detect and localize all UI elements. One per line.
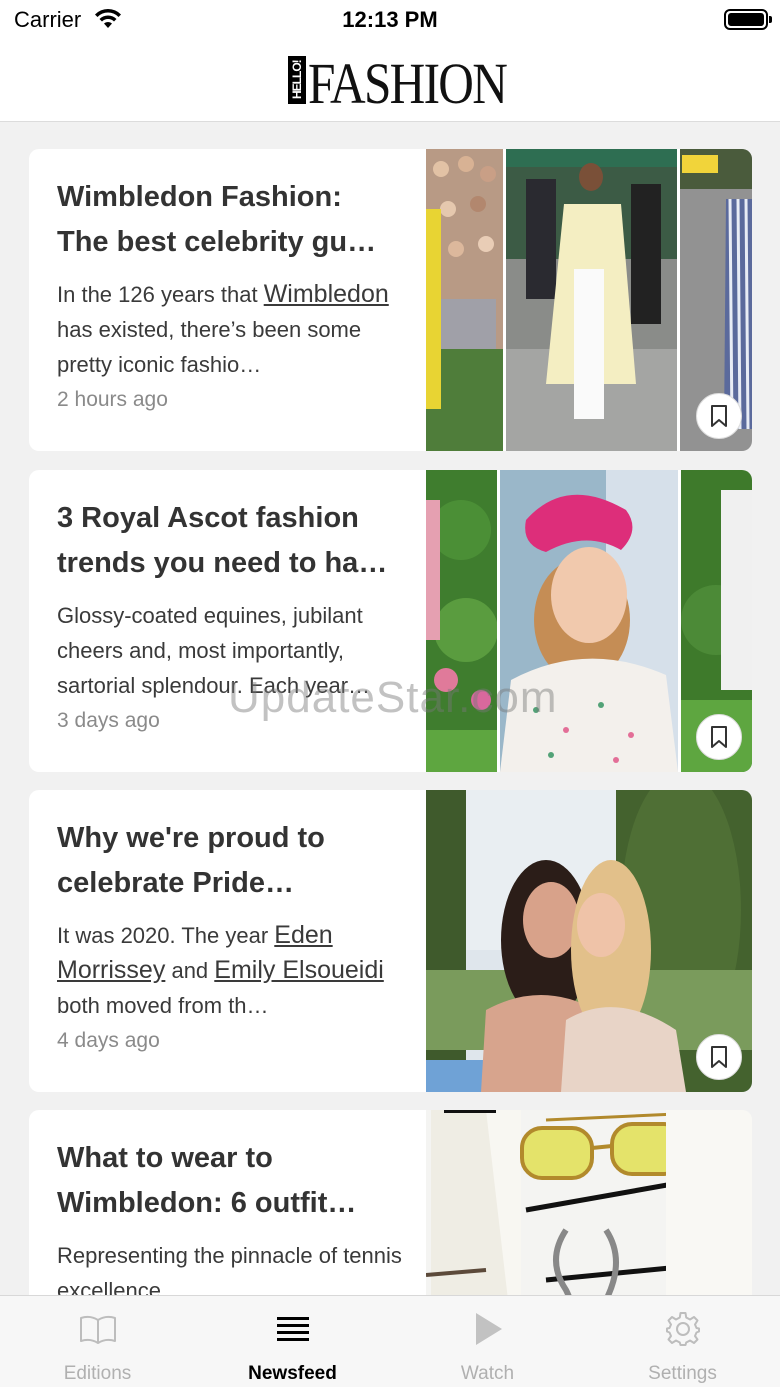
tab-bar: Editions Newsfeed Watch Settings (0, 1295, 780, 1387)
article-card[interactable]: Why we're proud to celebrate Pride… It w… (29, 790, 752, 1092)
tab-newsfeed[interactable]: Newsfeed (195, 1296, 390, 1387)
article-excerpt: Representing the pinnacle of tennis exce… (57, 1243, 402, 1295)
bookmark-button[interactable] (696, 714, 742, 760)
article-image[interactable] (426, 1110, 752, 1295)
play-icon (476, 1313, 502, 1345)
bookmark-icon (711, 726, 727, 748)
article-text: Wimbledon Fashion: The best celebrity gu… (57, 175, 402, 412)
logo-fashion-text: FASHION (308, 51, 508, 116)
article-timestamp: 2 hours ago (57, 388, 168, 411)
article-excerpt: It was 2020. The year Eden Morrissey and… (57, 921, 384, 1018)
tab-label: Editions (63, 1363, 132, 1384)
tab-label: Newsfeed (248, 1363, 337, 1384)
tab-label: Settings (648, 1363, 717, 1384)
bookmark-icon (711, 405, 727, 427)
article-text: Why we're proud to celebrate Pride… It w… (57, 816, 402, 1053)
article-title: 3 Royal Ascot fashion trends you need to… (57, 502, 388, 579)
article-text: 3 Royal Ascot fashion trends you need to… (57, 496, 402, 733)
bookmark-icon (711, 1046, 727, 1068)
tab-watch[interactable]: Watch (390, 1296, 585, 1387)
excerpt-link[interactable]: Wimbledon (264, 280, 389, 308)
hello-fashion-logo: HELLO! FASHION (288, 51, 508, 116)
article-title: Why we're proud to celebrate Pride… (57, 822, 325, 899)
article-card[interactable]: What to wear to Wimbledon: 6 outfit… Rep… (29, 1110, 752, 1295)
newsfeed-icon (277, 1317, 309, 1341)
app-header: HELLO! FASHION (0, 40, 780, 122)
article-title: Wimbledon Fashion: The best celebrity gu… (57, 181, 377, 258)
article-excerpt: Glossy-coated equines, jubilant cheers a… (57, 603, 371, 698)
article-text: What to wear to Wimbledon: 6 outfit… Rep… (57, 1136, 402, 1295)
battery-icon (724, 9, 772, 30)
article-card[interactable]: 3 Royal Ascot fashion trends you need to… (29, 470, 752, 772)
article-timestamp: 3 days ago (57, 709, 160, 732)
article-image[interactable] (426, 149, 752, 451)
tab-label: Watch (460, 1363, 515, 1384)
gear-icon (666, 1312, 700, 1346)
clock: 12:13 PM (342, 7, 438, 32)
bookmark-button[interactable] (696, 393, 742, 439)
tab-settings[interactable]: Settings (585, 1296, 780, 1387)
excerpt-link[interactable]: Emily Elsoueidi (214, 956, 384, 984)
book-icon (80, 1315, 116, 1344)
logo-hello-text: HELLO! (288, 56, 306, 104)
article-excerpt: In the 126 years that Wimbledon has exis… (57, 280, 389, 377)
article-image[interactable] (426, 790, 752, 1092)
bookmark-button[interactable] (696, 1034, 742, 1080)
article-card[interactable]: Wimbledon Fashion: The best celebrity gu… (29, 149, 752, 451)
article-image[interactable] (426, 470, 752, 772)
article-timestamp: 4 days ago (57, 1029, 160, 1052)
article-title: What to wear to Wimbledon: 6 outfit… (57, 1142, 357, 1219)
status-bar: Carrier 12:13 PM (0, 0, 780, 40)
newsfeed-list[interactable]: Wimbledon Fashion: The best celebrity gu… (0, 123, 780, 1295)
tab-editions[interactable]: Editions (0, 1296, 195, 1387)
